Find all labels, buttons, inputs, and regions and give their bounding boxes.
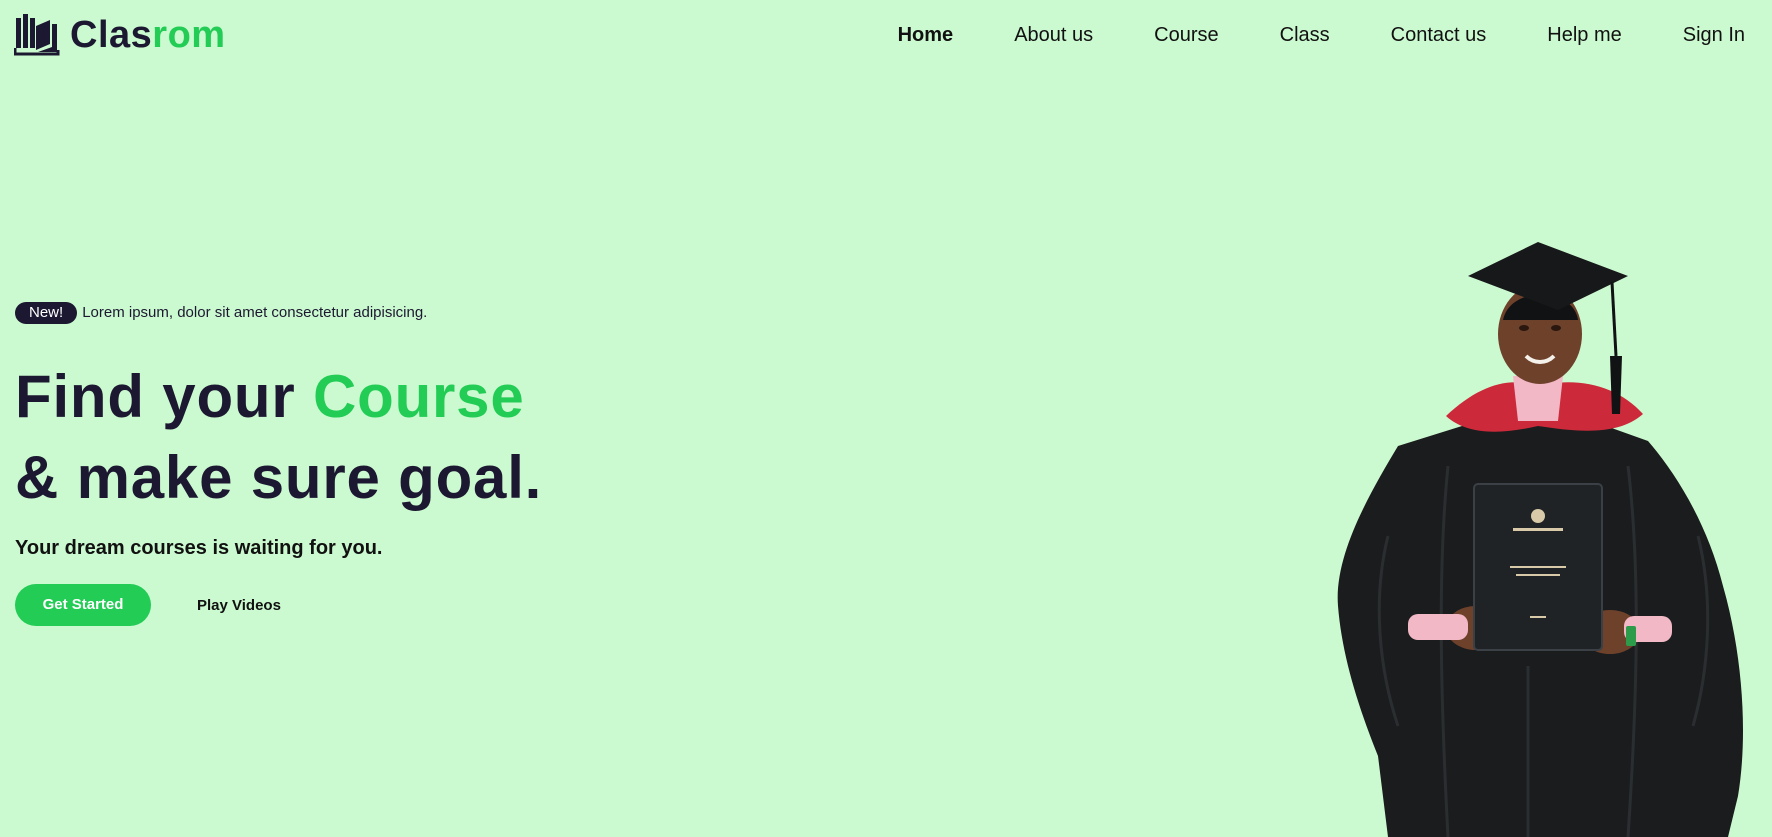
nav-item-help: Help me: [1547, 22, 1621, 48]
nav-item-class: Class: [1280, 22, 1330, 48]
nav-link-class[interactable]: Class: [1280, 22, 1330, 48]
main-nav: Home About us Course Class Contact us He…: [898, 22, 1745, 48]
nav-item-home: Home: [898, 22, 954, 48]
nav-link-course[interactable]: Course: [1154, 22, 1218, 48]
get-started-button[interactable]: Get Started: [15, 584, 151, 626]
open-book-icon: [14, 14, 60, 56]
nav-link-home[interactable]: Home: [898, 22, 954, 48]
hero-headline: Find your Course & make sure goal.: [15, 356, 735, 518]
nav-link-contact-us[interactable]: Contact us: [1391, 22, 1487, 48]
brand-logo[interactable]: Clasrom: [14, 12, 226, 58]
graduate-photo: [1328, 236, 1772, 837]
graduate-illustration: [1337, 242, 1743, 837]
nav-item-about: About us: [1014, 22, 1093, 48]
hero-actions: Get Started Play Videos: [15, 584, 735, 626]
brand-name-part2: rom: [152, 14, 226, 56]
nav-item-contact: Contact us: [1391, 22, 1487, 48]
nav-link-help-me[interactable]: Help me: [1547, 22, 1621, 48]
landing-page: Clasrom Home About us Course Class Conta…: [0, 0, 1772, 837]
brand-name-part1: Clas: [70, 14, 153, 56]
new-badge: New!: [15, 302, 78, 324]
play-videos-button[interactable]: Play Videos: [197, 597, 281, 614]
headline-part1: Find your: [15, 363, 313, 430]
brand-name: Clasrom: [70, 12, 226, 58]
announcement-bar: New! Lorem ipsum, dolor sit amet consect…: [15, 302, 735, 324]
hero-subtitle: Your dream courses is waiting for you.: [15, 537, 383, 559]
announcement-text: Lorem ipsum, dolor sit amet consectetur …: [82, 304, 428, 321]
site-header: Clasrom Home About us Course Class Conta…: [0, 0, 1772, 74]
hero-section: New! Lorem ipsum, dolor sit amet consect…: [15, 302, 735, 626]
nav-item-signin: Sign In: [1683, 22, 1745, 48]
nav-link-about-us[interactable]: About us: [1014, 22, 1093, 48]
nav-link-sign-in[interactable]: Sign In: [1683, 22, 1745, 48]
headline-accent: Course: [312, 363, 525, 430]
nav-item-course: Course: [1154, 22, 1218, 48]
headline-line2: & make sure goal.: [15, 444, 543, 511]
